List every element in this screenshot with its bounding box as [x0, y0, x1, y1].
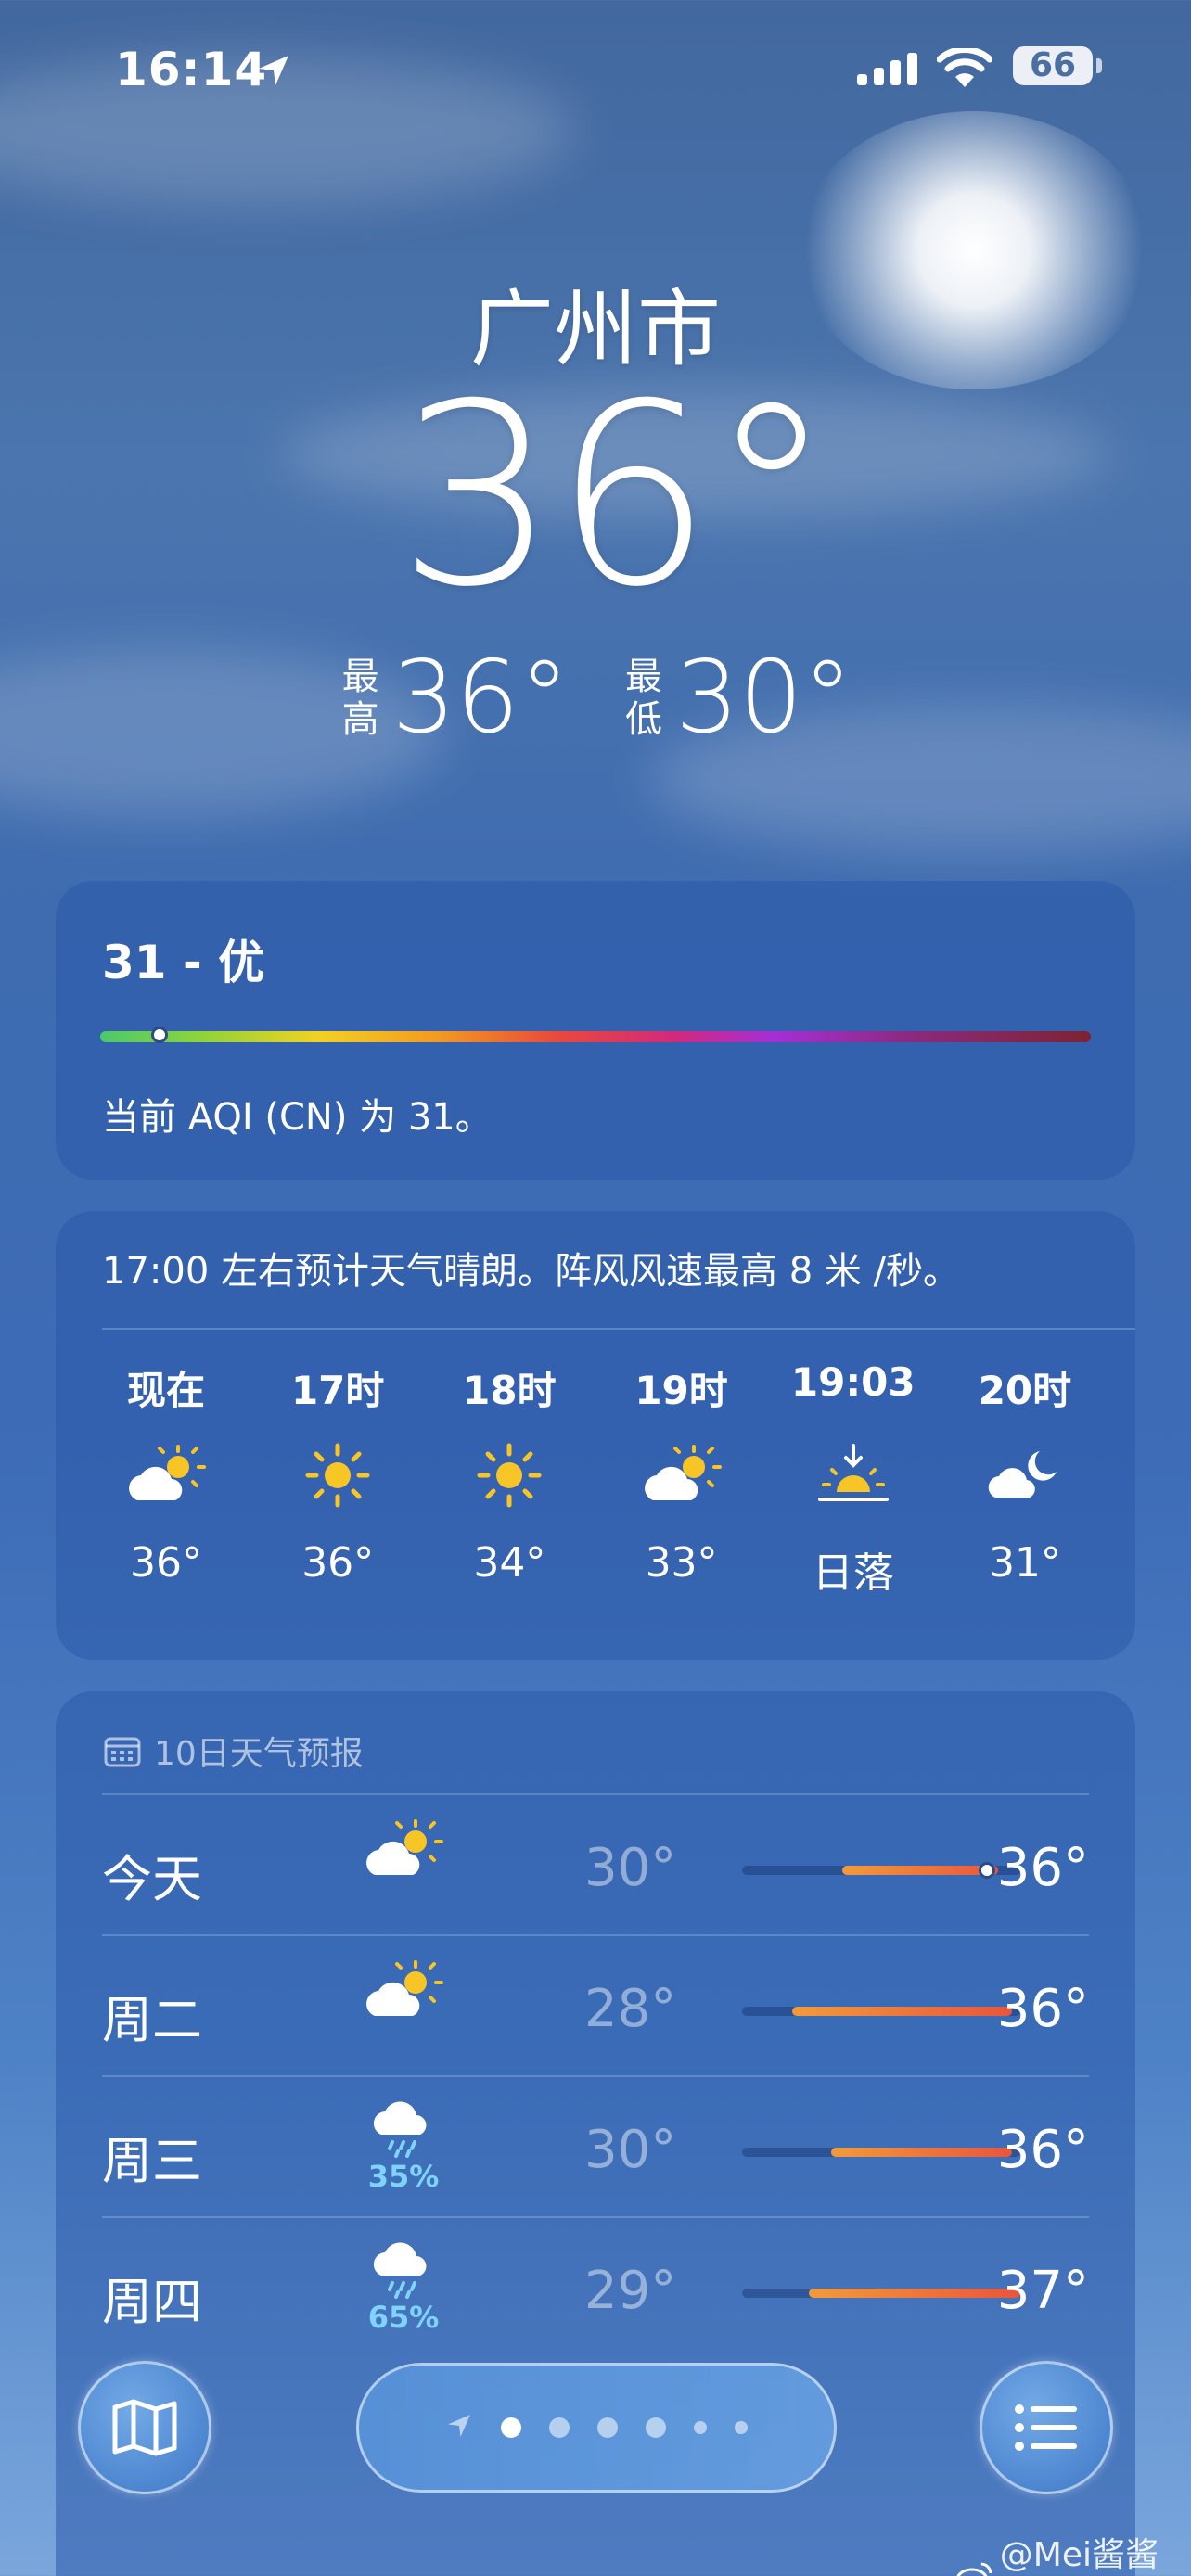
calendar-icon [104, 1737, 141, 1767]
hourly-columns: 现在 36° 17时 36° 18时 34° 19时 33° 19:03 日落 20时 31° [96, 1359, 1095, 1599]
hourly-temp: 36° [301, 1539, 375, 1587]
page-dot[interactable] [646, 2417, 666, 2438]
precip-chance: 35% [367, 2159, 440, 2194]
daily-row[interactable]: 今天 30° 36° [102, 1793, 1089, 1934]
status-bar: 16:14 66 [0, 39, 1191, 104]
high-temp: 36° [996, 2120, 1089, 2180]
aqi-level-marker [151, 1027, 169, 1043]
watermark: @Mei酱酱酱 [955, 2528, 1191, 2576]
sun-icon [440, 1424, 579, 1526]
hourly-time: 20时 [978, 1368, 1072, 1413]
hourly-item: 19:03 日落 [784, 1359, 923, 1599]
hourly-item: 20时 31° [955, 1359, 1095, 1599]
ten-day-label: 10日天气预报 [154, 1735, 364, 1773]
temp-range-bar [742, 2007, 1020, 2016]
city-list-button[interactable] [980, 2361, 1113, 2494]
day-weather [352, 1958, 455, 2027]
aqi-description: 当前 AQI (CN) 为 31。 [102, 1096, 493, 1139]
daily-row[interactable]: 周三 35% 30° 36° [102, 2075, 1089, 2216]
ten-day-header: 10日天气预报 [104, 1727, 364, 1775]
map-button[interactable] [78, 2361, 211, 2494]
temp-range-fill [792, 2007, 1012, 2016]
temp-range-fill [809, 2289, 1020, 2298]
hourly-item: 17时 36° [268, 1359, 407, 1599]
low-temp: 30° [584, 2120, 677, 2180]
hourly-item: 19时 33° [612, 1359, 751, 1599]
hourly-temp: 33° [645, 1539, 718, 1587]
current-location-icon [445, 2412, 473, 2443]
hourly-summary: 17:00 左右预计天气晴朗。阵风风速最高 8 米 /秒。 [102, 1250, 961, 1293]
temp-range-bar [742, 1862, 1020, 1879]
watermark-text: @Mei酱酱酱 [999, 2536, 1159, 2574]
hourly-item: 现在 36° [96, 1359, 236, 1599]
battery-indicator: 66 [1013, 46, 1093, 85]
hourly-time: 19:03 [790, 1359, 916, 1405]
current-temp-marker [979, 1862, 995, 1879]
page-dot[interactable] [597, 2417, 618, 2438]
list-icon [1015, 2404, 1077, 2451]
hourly-temp: 36° [130, 1539, 202, 1587]
hourly-temp: 34° [473, 1539, 546, 1587]
wifi-icon [937, 48, 992, 87]
page-indicator[interactable] [356, 2363, 837, 2493]
day-weather [352, 1817, 455, 1886]
temp-range-bar [742, 2289, 1020, 2298]
sunset-icon [784, 1424, 923, 1526]
high-temp: 36° [996, 1979, 1089, 2039]
partly-cloudy-icon [612, 1424, 751, 1526]
hourly-forecast-card[interactable]: 17:00 左右预计天气晴朗。阵风风速最高 8 米 /秒。 现在 36° 17时 36… [56, 1211, 1135, 1660]
day-label: 周三 [102, 2132, 202, 2190]
day-label: 周二 [102, 1991, 202, 2049]
air-quality-card[interactable]: 31 - 优 当前 AQI (CN) 为 31。 [56, 881, 1135, 1180]
cellular-signal-icon [857, 52, 917, 85]
hourly-item: 18时 34° [440, 1359, 579, 1599]
location-arrow-icon [259, 56, 288, 85]
high-low-temps: 最高 36° 最低 30° [0, 640, 1191, 756]
page-dot[interactable] [501, 2417, 521, 2438]
hourly-time: 现在 [126, 1368, 205, 1413]
daily-row[interactable]: 周二 28° 36° [102, 1934, 1089, 2075]
day-label: 周四 [102, 2273, 202, 2331]
weibo-logo-icon [956, 2562, 992, 2576]
battery-tip [1096, 58, 1102, 73]
partly-cloudy-icon [362, 1960, 445, 2027]
high-temp: 37° [996, 2261, 1089, 2321]
divider [102, 1328, 1135, 1330]
low-temp: 29° [584, 2261, 677, 2321]
hourly-time: 17时 [290, 1368, 385, 1413]
page-dot[interactable] [549, 2417, 570, 2438]
partly-cloudy-icon [362, 1819, 445, 1886]
aqi-title: 31 - 优 [102, 936, 265, 989]
partly-cloudy-icon [96, 1424, 236, 1526]
day-weather: 65% [352, 2240, 455, 2335]
low-temp: 30° [584, 1838, 677, 1898]
hourly-temp: 日落 [812, 1549, 894, 1597]
low-label: 最低 [625, 655, 662, 741]
current-temperature: 36° [397, 350, 835, 642]
hourly-time: 19时 [634, 1368, 728, 1413]
daily-rows: 今天 30° 36° 周二 28° 36° 周三 35% 30° 36° 周四 65% 29° 37° [102, 1793, 1089, 2357]
low-temp: 30° [675, 640, 853, 756]
high-label: 最高 [341, 655, 379, 741]
moon-cloud-icon [955, 1424, 1095, 1526]
high-temp: 36° [996, 1838, 1089, 1898]
hourly-temp: 31° [988, 1539, 1061, 1587]
temp-range-fill [831, 2148, 1012, 2157]
status-time: 16:14 [115, 43, 268, 96]
page-dot[interactable] [735, 2421, 748, 2434]
page-dot[interactable] [694, 2421, 707, 2434]
low-temp: 28° [584, 1979, 677, 2039]
map-icon [112, 2399, 177, 2456]
temp-range-fill [842, 1866, 998, 1875]
precip-chance: 65% [367, 2300, 440, 2335]
hourly-time: 18时 [463, 1368, 557, 1413]
daily-row[interactable]: 周四 65% 29° 37° [102, 2216, 1089, 2357]
temp-range-bar [742, 2148, 1020, 2157]
day-weather: 35% [352, 2099, 455, 2194]
sun-icon [268, 1424, 407, 1526]
high-temp: 36° [391, 640, 570, 756]
aqi-scale-bar [100, 1027, 1091, 1043]
day-label: 今天 [102, 1850, 202, 1908]
